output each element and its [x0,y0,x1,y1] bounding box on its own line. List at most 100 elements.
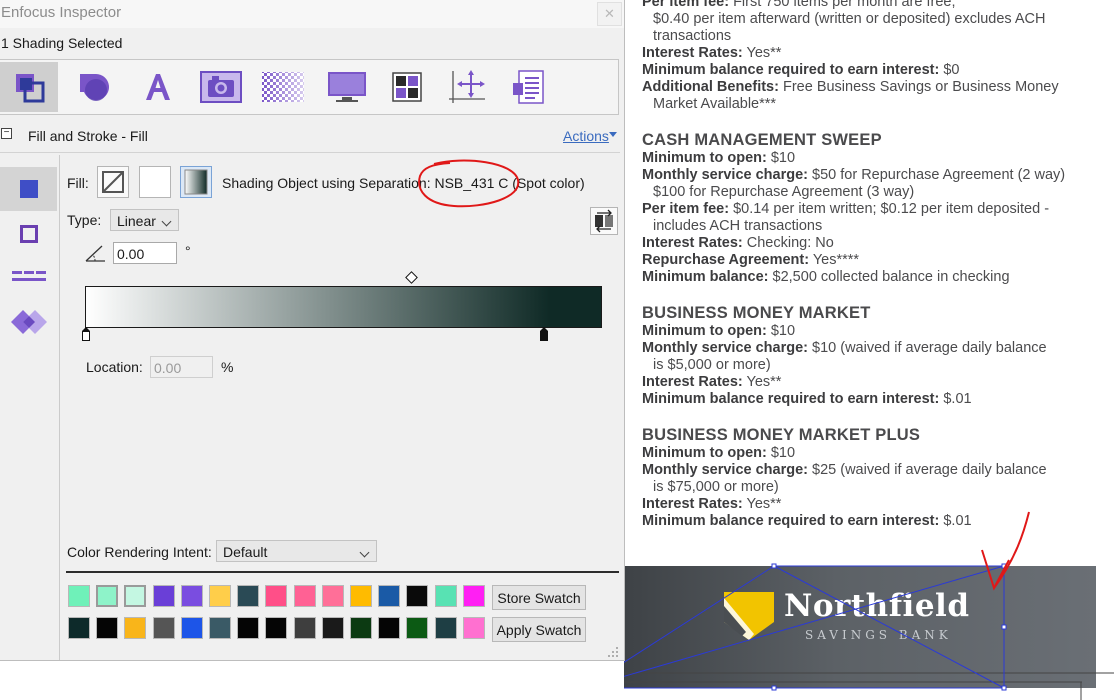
document-line-value: Yes** [742,374,782,390]
type-select[interactable]: Linear [110,209,179,231]
logo-banner[interactable]: Northfield SAVINGS BANK [624,566,1096,688]
palette-swatch[interactable] [96,585,119,607]
palette-swatch[interactable] [180,617,203,639]
palette-swatch[interactable] [152,585,175,607]
actions-caret-icon[interactable] [609,132,617,137]
palette-swatch[interactable] [265,617,288,639]
type-label: Type: [67,212,102,228]
toolbar-shape[interactable] [64,62,122,112]
palette-swatch[interactable] [68,585,90,607]
toolbar-fill-stroke[interactable] [0,62,58,112]
store-swatch-button[interactable]: Store Swatch [492,585,586,610]
document-line-label: Interest Rates: [642,235,743,251]
angle-input[interactable]: 0.00 [113,242,177,264]
palette-swatch[interactable] [293,585,316,607]
document-icon [513,70,544,104]
document-line-value: $100 for Repurchase Agreement (3 way) [653,184,915,200]
palette-swatch[interactable] [96,617,119,639]
fill-description: Shading Object using Separation: NSB_431… [222,175,585,191]
apply-swatch-button[interactable]: Apply Swatch [492,617,586,642]
document-line: $0.40 per item afterward (written or dep… [642,11,1102,28]
location-label: Location: [86,359,143,375]
palette-swatch[interactable] [209,585,231,607]
document-line-value: $0.40 per item afterward (written or dep… [653,11,1046,27]
resize-grip-icon[interactable] [607,646,619,658]
palette-swatch[interactable] [378,585,401,607]
section-heading: BUSINESS MONEY MARKET PLUS [642,426,921,444]
toolbar-grid[interactable] [378,62,436,112]
shape-icon [80,74,109,101]
angle-unit: ° [185,243,191,259]
palette-swatch[interactable] [350,585,372,607]
tab-stroke[interactable] [0,212,57,256]
palette-swatch[interactable] [265,585,288,607]
fill-none-button[interactable] [97,166,129,198]
toolbar-monitor[interactable] [318,62,376,112]
palette-swatch[interactable] [462,585,485,607]
location-unit: % [221,359,234,375]
document-line-value: $10 [766,150,796,166]
logo-subname: SAVINGS BANK [805,628,952,642]
location-input[interactable]: 0.00 [150,356,213,378]
palette-swatch[interactable] [152,617,175,639]
palette-swatch[interactable] [237,585,260,607]
palette-swatch[interactable] [124,617,147,639]
toolbar-document[interactable] [500,62,558,112]
gradient-midpoint-handle[interactable] [405,271,418,284]
document-line: Per item fee: First 750 items per month … [642,0,1102,11]
palette-swatch[interactable] [434,585,457,607]
palette-swatch[interactable] [237,617,260,639]
palette-swatch[interactable] [321,585,344,607]
transparency-icon [262,72,304,102]
reverse-gradient-button[interactable] [590,207,618,235]
document-line: Per item fee: $0.14 per item written; $0… [642,201,1102,218]
document-line: Repurchase Agreement: Yes**** [642,252,1102,269]
palette-swatch[interactable] [180,585,203,607]
palette-swatch[interactable] [406,617,429,639]
palette-swatch[interactable] [209,617,231,639]
palette-swatch[interactable] [434,617,457,639]
tab-dash[interactable] [0,256,57,300]
toolbar-position[interactable] [438,62,496,112]
document-line-label: Interest Rates: [642,374,743,390]
document-line-label: Per item fee: [642,201,730,217]
document-line-value: Yes** [742,45,782,61]
close-button[interactable]: ✕ [597,2,622,26]
palette-swatch[interactable] [378,617,401,639]
gradient-stop-end[interactable] [540,327,548,341]
palette-swatch[interactable] [462,617,485,639]
palette-swatch[interactable] [124,585,147,607]
title-bar[interactable]: Enfocus Inspector ✕ [0,0,624,28]
section-header: − Fill and Stroke - Fill Actions [0,124,620,148]
chevron-down-icon [161,216,172,227]
fill-gradient-button[interactable] [180,166,212,198]
rendering-intent-select[interactable]: Default [216,540,377,562]
toolbar-transparency[interactable] [254,62,312,112]
palette-divider [66,571,619,573]
collapse-toggle[interactable]: − [1,128,12,139]
monitor-icon [328,72,366,102]
palette-swatch[interactable] [321,617,344,639]
document-line-value: includes ACH transactions [653,218,823,234]
toolbar-text[interactable] [128,62,186,112]
tab-fill[interactable] [0,167,57,211]
document-line: Interest Rates: Checking: No [642,235,1102,252]
document-line-value: transactions [653,28,732,44]
window-title: Enfocus Inspector [1,4,122,21]
gradient-stop-start[interactable] [82,327,90,341]
document-line-label: Minimum to open: [642,445,767,461]
document-line-label: Per item fee: [642,0,730,10]
palette-swatch[interactable] [68,617,90,639]
tab-overprint[interactable] [0,300,57,344]
gradient-preview[interactable] [85,286,602,328]
document-line-label: Minimum balance: [642,269,769,285]
document-line-label: Repurchase Agreement: [642,252,810,268]
toolbar-image[interactable] [192,62,250,112]
overprint-icon [10,310,47,334]
palette-swatch[interactable] [293,617,316,639]
actions-menu[interactable]: Actions [563,128,609,144]
palette-swatch[interactable] [406,585,429,607]
fill-solid-button[interactable] [139,166,171,198]
document-line-value: First 750 items per month are free; [729,0,956,10]
palette-swatch[interactable] [350,617,372,639]
